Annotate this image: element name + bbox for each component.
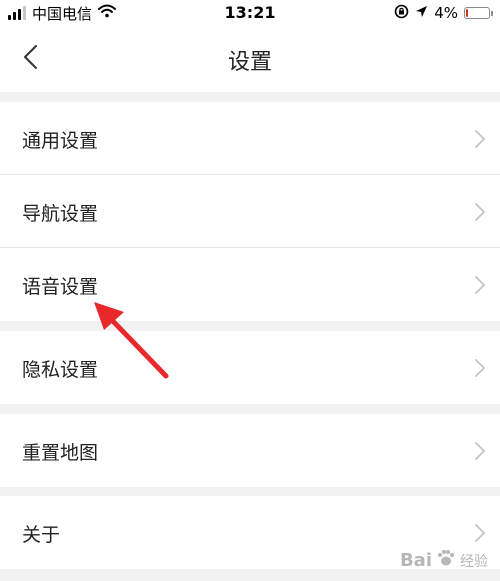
watermark-brand: Bai bbox=[399, 550, 432, 571]
chevron-right-icon bbox=[475, 130, 485, 148]
status-right: 4% bbox=[394, 3, 493, 23]
page-title: 设置 bbox=[227, 50, 272, 75]
settings-row-navigation[interactable]: 导航设置 bbox=[0, 175, 500, 248]
row-label: 重置地图 bbox=[22, 442, 99, 464]
row-label: 隐私设置 bbox=[22, 359, 99, 381]
chevron-right-icon bbox=[475, 276, 485, 294]
orientation-lock-icon bbox=[394, 4, 409, 23]
battery-icon bbox=[464, 7, 493, 19]
paw-icon bbox=[436, 548, 456, 573]
settings-row-general[interactable]: 通用设置 bbox=[0, 102, 500, 175]
row-label: 关于 bbox=[22, 524, 61, 546]
chevron-right-icon bbox=[475, 442, 485, 460]
row-label: 导航设置 bbox=[22, 203, 99, 225]
battery-level-fill bbox=[466, 9, 468, 17]
settings-row-privacy[interactable]: 隐私设置 bbox=[0, 331, 500, 404]
battery-percent: 4% bbox=[434, 4, 458, 22]
watermark-suffix: 经验 bbox=[460, 553, 488, 570]
settings-row-reset-map[interactable]: 重置地图 bbox=[0, 414, 500, 487]
row-label: 通用设置 bbox=[22, 130, 99, 152]
row-label: 语音设置 bbox=[22, 276, 99, 298]
navigation-bar: 设置 bbox=[0, 26, 500, 92]
settings-row-voice[interactable]: 语音设置 bbox=[0, 248, 500, 321]
location-icon bbox=[415, 4, 428, 22]
chevron-right-icon bbox=[475, 203, 485, 221]
chevron-right-icon bbox=[475, 359, 485, 377]
watermark: Bai 经验 bbox=[400, 548, 488, 573]
settings-screen: 中国电信 13:21 4% 设置 通用设置 导航设置 语音设置 隐私设置 重置地… bbox=[0, 0, 500, 581]
chevron-right-icon bbox=[475, 524, 485, 542]
status-bar: 中国电信 13:21 4% bbox=[0, 0, 500, 26]
